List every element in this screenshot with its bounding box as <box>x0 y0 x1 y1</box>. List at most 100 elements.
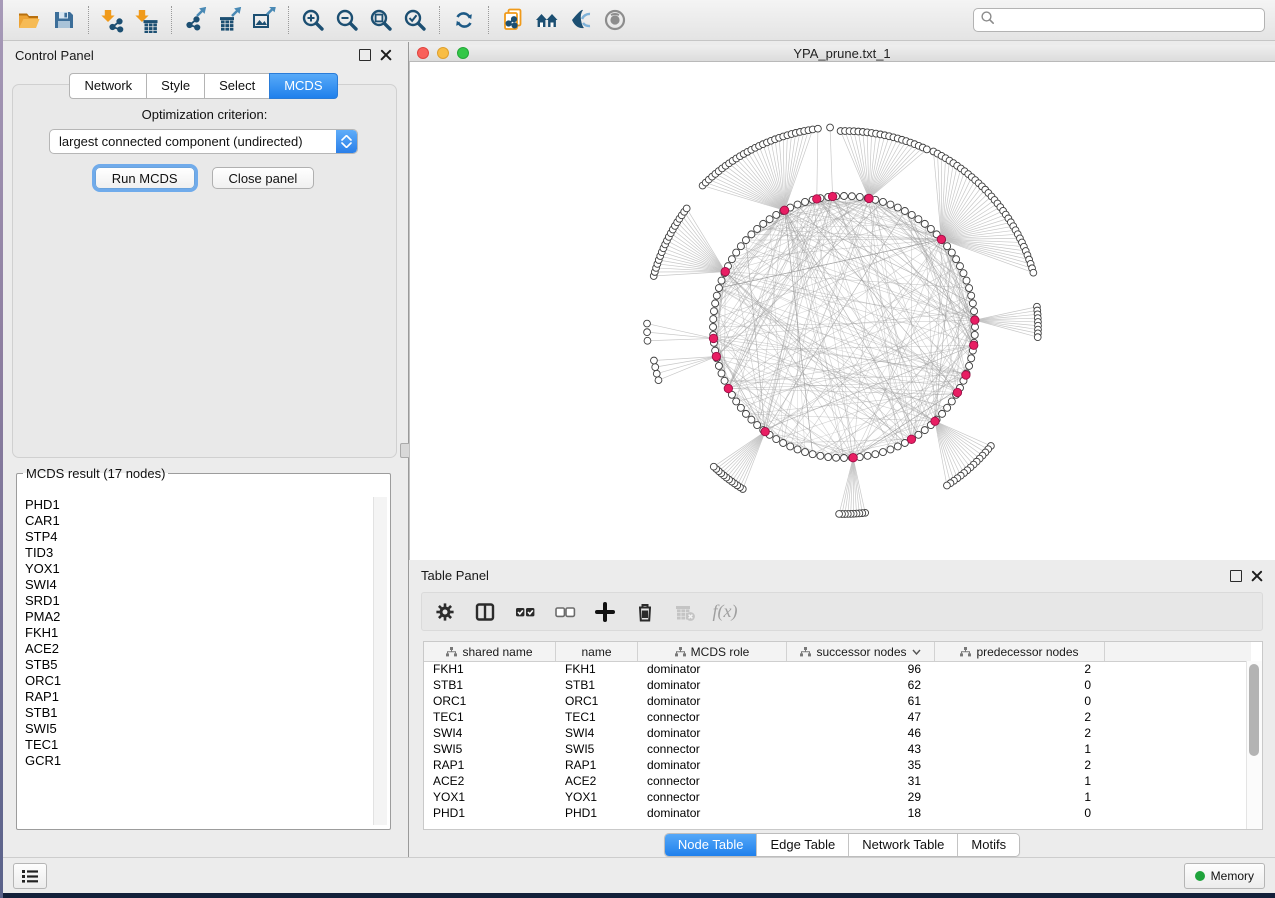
column-header-name[interactable]: name <box>556 642 638 661</box>
network-node[interactable] <box>787 443 794 450</box>
mcds-result-item[interactable]: ORC1 <box>20 673 373 689</box>
table-row[interactable]: RAP1RAP1dominator352 <box>424 757 1247 773</box>
network-node[interactable] <box>712 300 719 307</box>
table-row[interactable]: STB1STB1dominator620 <box>424 677 1247 693</box>
network-leaf-node[interactable] <box>652 364 659 371</box>
network-node[interactable] <box>766 216 773 223</box>
network-node[interactable] <box>721 377 728 384</box>
table-settings-button[interactable] <box>430 597 460 627</box>
network-leaf-node[interactable] <box>827 124 834 131</box>
network-node[interactable] <box>710 316 717 323</box>
network-node[interactable] <box>879 449 886 456</box>
network-node[interactable] <box>915 216 922 223</box>
network-node[interactable] <box>968 292 975 299</box>
network-node[interactable] <box>944 243 951 250</box>
unselect-all-button[interactable] <box>550 597 580 627</box>
network-node[interactable] <box>971 331 978 338</box>
network-node[interactable] <box>908 211 915 218</box>
network-node[interactable] <box>968 355 975 362</box>
network-node[interactable] <box>760 220 767 227</box>
network-leaf-node[interactable] <box>1034 334 1041 341</box>
table-row[interactable]: TEC1TEC1connector472 <box>424 709 1247 725</box>
mcds-result-item[interactable]: GCR1 <box>20 753 373 769</box>
network-node[interactable] <box>939 410 946 417</box>
search-box[interactable] <box>973 8 1265 32</box>
task-history-button[interactable] <box>13 863 47 889</box>
network-node[interactable] <box>956 263 963 270</box>
network-leaf-node[interactable] <box>710 463 717 470</box>
new-network-from-selection-button[interactable] <box>496 4 530 36</box>
network-graph[interactable] <box>410 62 1275 559</box>
table-scrollbar[interactable] <box>1246 661 1262 829</box>
show-all-button[interactable] <box>598 4 632 36</box>
delete-column-button[interactable] <box>630 597 660 627</box>
apply-layout-button[interactable] <box>447 4 481 36</box>
mcds-hub-node[interactable] <box>907 435 915 443</box>
add-column-button[interactable] <box>590 597 620 627</box>
memory-button[interactable]: Memory <box>1184 863 1265 889</box>
network-leaf-node[interactable] <box>644 320 651 327</box>
network-node[interactable] <box>733 249 740 256</box>
network-leaf-node[interactable] <box>655 377 662 384</box>
network-node[interactable] <box>966 362 973 369</box>
run-mcds-button[interactable]: Run MCDS <box>95 167 195 189</box>
mcds-result-item[interactable]: RAP1 <box>20 689 373 705</box>
network-node[interactable] <box>715 285 722 292</box>
table-row[interactable]: SWI4SWI4dominator462 <box>424 725 1247 741</box>
network-leaf-node[interactable] <box>651 357 658 364</box>
mcds-hub-node[interactable] <box>937 235 945 243</box>
network-node[interactable] <box>833 454 840 461</box>
zoom-fit-button[interactable] <box>364 4 398 36</box>
network-node[interactable] <box>737 243 744 250</box>
mcds-result-item[interactable]: SWI5 <box>20 721 373 737</box>
mcds-result-item[interactable]: YOX1 <box>20 561 373 577</box>
network-node[interactable] <box>825 454 832 461</box>
network-leaf-node[interactable] <box>653 370 660 377</box>
network-node[interactable] <box>713 292 720 299</box>
mcds-hub-node[interactable] <box>721 267 729 275</box>
network-node[interactable] <box>733 398 740 405</box>
network-node[interactable] <box>856 193 863 200</box>
tab-motifs[interactable]: Motifs <box>958 834 1019 856</box>
column-layout-button[interactable] <box>470 597 500 627</box>
network-leaf-node[interactable] <box>644 337 651 344</box>
tab-style[interactable]: Style <box>146 73 204 99</box>
network-node[interactable] <box>879 198 886 205</box>
export-image-button[interactable] <box>247 4 281 36</box>
network-node[interactable] <box>948 249 955 256</box>
network-node[interactable] <box>802 449 809 456</box>
table-row[interactable]: PHD1PHD1dominator180 <box>424 805 1247 821</box>
network-node[interactable] <box>773 211 780 218</box>
network-leaf-node[interactable] <box>944 482 951 489</box>
network-node[interactable] <box>710 308 717 315</box>
tab-node-table[interactable]: Node Table <box>665 834 758 856</box>
table-row[interactable]: ACE2ACE2connector311 <box>424 773 1247 789</box>
search-input[interactable] <box>996 12 1258 28</box>
mcds-result-item[interactable]: TEC1 <box>20 737 373 753</box>
mcds-result-item[interactable]: PMA2 <box>20 609 373 625</box>
mcds-hub-node[interactable] <box>709 334 717 342</box>
tab-mcds[interactable]: MCDS <box>269 73 337 99</box>
export-network-button[interactable] <box>179 4 213 36</box>
network-node[interactable] <box>742 410 749 417</box>
hide-selected-button[interactable] <box>564 4 598 36</box>
network-node[interactable] <box>921 427 928 434</box>
network-node[interactable] <box>966 285 973 292</box>
network-node[interactable] <box>960 270 967 277</box>
zoom-in-button[interactable] <box>296 4 330 36</box>
import-table-button[interactable] <box>130 4 164 36</box>
tab-select[interactable]: Select <box>204 73 269 99</box>
network-node[interactable] <box>794 446 801 453</box>
network-node[interactable] <box>718 370 725 377</box>
close-panel-icon[interactable] <box>380 49 392 61</box>
mcds-result-item[interactable]: CAR1 <box>20 513 373 529</box>
network-node[interactable] <box>848 193 855 200</box>
network-node[interactable] <box>864 452 871 459</box>
network-node[interactable] <box>915 431 922 438</box>
column-header-predecessor-nodes[interactable]: predecessor nodes <box>935 642 1105 661</box>
network-node[interactable] <box>794 201 801 208</box>
network-node[interactable] <box>754 225 761 232</box>
network-node[interactable] <box>748 231 755 238</box>
table-row[interactable]: YOX1YOX1connector291 <box>424 789 1247 805</box>
network-node[interactable] <box>737 404 744 411</box>
